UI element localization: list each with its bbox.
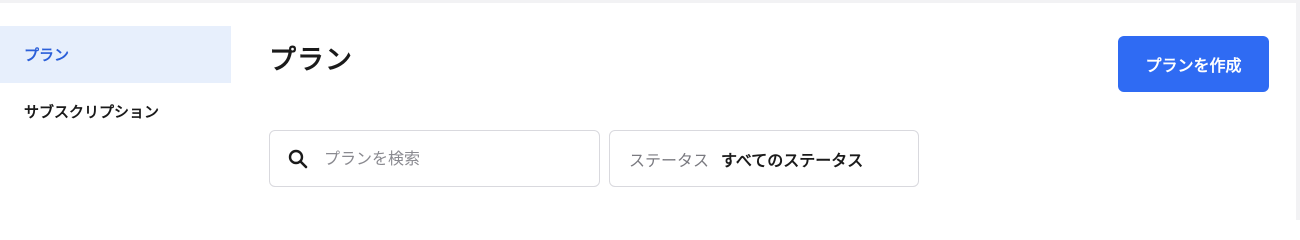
app-window: プラン サブスクリプション プラン プランを作成 ステータス すべてのステータス	[0, 0, 1300, 220]
top-divider	[0, 0, 1300, 3]
sidebar-item-label: プラン	[24, 46, 70, 64]
sidebar-item-label: サブスクリプション	[24, 103, 160, 121]
search-box[interactable]	[269, 130, 600, 187]
sidebar-item-plans[interactable]: プラン	[0, 26, 231, 83]
search-input[interactable]	[324, 149, 574, 168]
page-title: プラン	[269, 45, 353, 76]
status-filter-dropdown[interactable]: ステータス すべてのステータス	[609, 130, 919, 187]
sidebar-item-subscriptions[interactable]: サブスクリプション	[0, 83, 231, 140]
right-divider	[1296, 0, 1300, 220]
create-plan-button[interactable]: プランを作成	[1118, 36, 1269, 92]
status-filter-value: すべてのステータス	[721, 150, 864, 170]
search-icon	[288, 149, 308, 169]
status-filter-label: ステータス	[629, 150, 710, 170]
sidebar: プラン サブスクリプション	[0, 26, 231, 140]
